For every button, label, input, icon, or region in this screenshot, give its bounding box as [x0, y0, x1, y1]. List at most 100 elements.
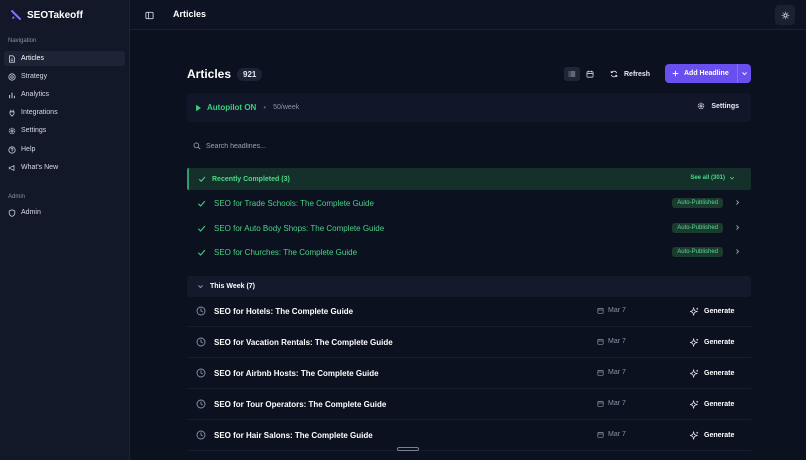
scheduled-date-text: Mar 7	[608, 307, 626, 314]
separator-dot: •	[263, 103, 267, 112]
view-toggle	[564, 67, 600, 81]
chevron-right-icon[interactable]	[734, 199, 741, 206]
scheduled-date: Mar 7	[597, 431, 626, 438]
sidebar-item-whats-new[interactable]: What's New	[4, 160, 125, 175]
completed-row[interactable]: SEO for Auto Body Shops: The Complete Gu…	[187, 216, 751, 240]
clock-icon	[196, 337, 206, 347]
toggle-sidebar-icon[interactable]	[145, 11, 154, 22]
scheduled-date: Mar 7	[597, 369, 626, 376]
shield-icon	[8, 208, 16, 217]
recently-completed-header[interactable]: Recently Completed (3) See all (301)	[187, 168, 751, 190]
page-breadcrumb-title: Articles	[173, 9, 207, 19]
scheduled-date-text: Mar 7	[608, 369, 626, 376]
sidebar-item-settings[interactable]: Settings	[4, 123, 125, 138]
completed-title: SEO for Auto Body Shops: The Complete Gu…	[214, 223, 385, 233]
headline-row[interactable]: SEO for Vacation Rentals: The Complete G…	[187, 327, 751, 358]
sidebar-item-label: Admin	[21, 209, 41, 216]
top-bar: Articles	[130, 0, 806, 30]
sidebar: SEOTakeoff Navigation Articles Strategy …	[0, 0, 130, 460]
sidebar-item-articles[interactable]: Articles	[4, 51, 125, 66]
generate-button[interactable]: Generate	[690, 307, 734, 316]
generate-button[interactable]: Generate	[690, 369, 734, 378]
sidebar-item-label: Strategy	[21, 73, 48, 80]
generate-button[interactable]: Generate	[690, 338, 734, 347]
scheduled-date: Mar 7	[597, 400, 626, 407]
see-all-link[interactable]: See all (301)	[690, 175, 735, 181]
this-week-title: This Week (7)	[210, 283, 255, 290]
megaphone-icon	[8, 164, 15, 171]
generate-label: Generate	[704, 339, 735, 346]
scheduled-date-text: Mar 7	[608, 400, 626, 407]
search-bar	[187, 137, 751, 155]
sparkles-icon	[690, 400, 699, 409]
gear-icon	[698, 102, 705, 110]
scroll-handle[interactable]	[397, 447, 419, 451]
autopilot-settings-button[interactable]: Settings	[697, 102, 739, 110]
add-headline-main[interactable]: Add Headline	[665, 70, 737, 77]
refresh-button[interactable]: Refresh	[610, 67, 650, 81]
add-headline-button[interactable]: Add Headline	[665, 64, 751, 83]
sidebar-item-label: Integrations	[21, 109, 58, 116]
list-icon	[568, 71, 576, 77]
calendar-icon	[597, 339, 604, 345]
recently-completed-title: Recently Completed (3)	[212, 175, 290, 183]
sidebar-item-help[interactable]: Help	[4, 142, 125, 157]
headline-title: SEO for Hair Salons: The Complete Guide	[214, 430, 373, 440]
generate-button[interactable]: Generate	[690, 431, 734, 440]
generate-label: Generate	[704, 432, 735, 439]
gear-icon	[8, 127, 16, 134]
status-badge: Auto-Published	[672, 223, 723, 233]
generate-label: Generate	[704, 370, 735, 377]
sparkles-icon	[690, 307, 699, 316]
check-icon	[197, 249, 206, 256]
headline-row[interactable]: SEO for Hair Salons: The Complete Guide …	[187, 420, 751, 451]
help-circle-icon	[8, 145, 16, 154]
sparkles-icon	[690, 431, 699, 440]
add-headline-dropdown-button[interactable]	[737, 64, 751, 83]
calendar-view-button[interactable]	[582, 67, 598, 81]
scheduled-date-text: Mar 7	[608, 338, 626, 345]
sun-icon	[781, 11, 789, 19]
sidebar-item-strategy[interactable]: Strategy	[4, 69, 125, 84]
plug-icon	[9, 109, 15, 117]
scheduled-date-text: Mar 7	[608, 431, 626, 438]
autopilot-card: Autopilot ON • 50/week Settings	[187, 93, 751, 122]
refresh-icon	[610, 70, 618, 78]
sparkles-icon	[690, 338, 699, 347]
see-all-label: See all (301)	[690, 175, 725, 181]
headline-row[interactable]: SEO for Tour Operators: The Complete Gui…	[187, 389, 751, 420]
completed-row[interactable]: SEO for Churches: The Complete Guide Aut…	[187, 240, 751, 264]
generate-button[interactable]: Generate	[690, 400, 734, 409]
list-view-button[interactable]	[564, 67, 580, 81]
headline-row[interactable]: SEO for Hotels: The Complete Guide Mar 7…	[187, 296, 751, 327]
autopilot-status[interactable]: Autopilot ON	[195, 103, 256, 112]
sidebar-item-label: Help	[21, 146, 36, 153]
search-icon	[193, 142, 201, 150]
brand[interactable]: SEOTakeoff	[10, 8, 83, 22]
clock-icon	[196, 399, 206, 409]
article-count-badge: 921	[237, 67, 263, 81]
sidebar-item-label: Settings	[21, 127, 47, 134]
chevron-down-icon	[198, 285, 203, 289]
sidebar-item-integrations[interactable]: Integrations	[4, 105, 125, 120]
chevron-down-icon	[742, 72, 747, 76]
clock-icon	[196, 430, 206, 440]
chevron-right-icon[interactable]	[734, 248, 741, 255]
sidebar-item-admin[interactable]: Admin	[4, 205, 125, 220]
brand-name: SEOTakeoff	[27, 9, 83, 21]
check-icon	[198, 176, 206, 182]
check-icon	[197, 225, 206, 232]
status-badge: Auto-Published	[672, 198, 723, 208]
this-week-header[interactable]: This Week (7)	[187, 276, 751, 297]
search-input[interactable]	[206, 142, 506, 150]
headline-row[interactable]: SEO for Airbnb Hosts: The Complete Guide…	[187, 358, 751, 389]
completed-title: SEO for Churches: The Complete Guide	[214, 247, 358, 257]
chevron-right-icon[interactable]	[734, 224, 741, 231]
theme-toggle-button[interactable]	[775, 5, 795, 25]
completed-row[interactable]: SEO for Trade Schools: The Complete Guid…	[187, 191, 751, 215]
sidebar-item-analytics[interactable]: Analytics	[4, 87, 125, 102]
refresh-label: Refresh	[624, 70, 651, 78]
status-badge: Auto-Published	[672, 247, 723, 257]
scheduled-date: Mar 7	[597, 307, 626, 314]
sidebar-item-label: What's New	[21, 164, 59, 171]
